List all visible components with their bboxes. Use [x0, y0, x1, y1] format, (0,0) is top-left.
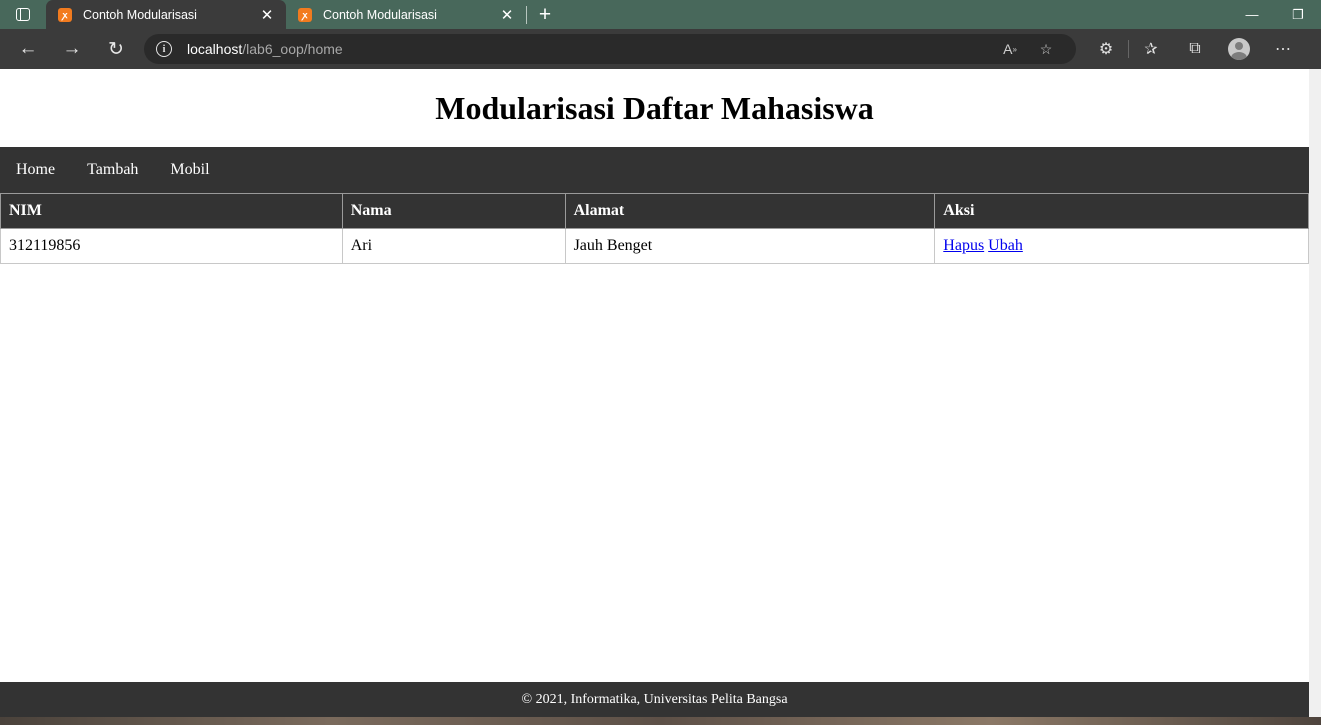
tab-title: Contoh Modularisasi	[83, 7, 197, 22]
cell-nim: 312119856	[0, 228, 343, 264]
collections-icon[interactable]: ⧉	[1173, 29, 1217, 69]
student-table: NIM Nama Alamat Aksi 312119856 Ari Jauh …	[0, 193, 1309, 264]
close-icon[interactable]: ✕	[498, 6, 516, 24]
cell-nama: Ari	[341, 228, 566, 264]
avatar	[1228, 38, 1250, 60]
xampp-favicon-icon: ꭗ	[298, 7, 312, 22]
page-footer: © 2021, Informatika, Universitas Pelita …	[0, 682, 1309, 717]
minimize-icon[interactable]: —	[1229, 0, 1275, 29]
scrollbar-track[interactable]	[1309, 69, 1321, 717]
ubah-link[interactable]: Ubah	[988, 237, 1023, 254]
column-header-aksi: Aksi	[934, 193, 1309, 229]
more-icon[interactable]: ⋯	[1261, 29, 1305, 69]
table-row: 312119856 Ari Jauh Benget Hapus Ubah	[0, 228, 1309, 264]
read-aloud-icon[interactable]: A»	[992, 41, 1028, 57]
profile-icon[interactable]	[1217, 29, 1261, 69]
column-header-nim: NIM	[0, 193, 343, 229]
nav-link-tambah[interactable]: Tambah	[87, 161, 138, 179]
xampp-favicon-icon: ꭗ	[58, 7, 72, 22]
table-header-row: NIM Nama Alamat Aksi	[0, 193, 1309, 229]
cell-aksi: Hapus Ubah	[934, 228, 1309, 264]
browser-tab-bar: ꭗ Contoh Modularisasi ✕ ꭗ Contoh Modular…	[0, 0, 1321, 29]
nav-link-home[interactable]: Home	[16, 161, 55, 179]
page-title: Modularisasi Daftar Mahasiswa	[435, 89, 874, 126]
info-icon[interactable]: i	[156, 41, 172, 57]
window-controls: — ❐	[1229, 0, 1321, 29]
extensions-icon[interactable]: ⚙	[1084, 29, 1128, 69]
reload-icon[interactable]: ↻	[94, 29, 138, 69]
forward-arrow-icon[interactable]: →	[50, 29, 94, 69]
column-header-nama: Nama	[341, 193, 566, 229]
tab-title: Contoh Modularisasi	[323, 7, 437, 22]
browser-tab-1[interactable]: ꭗ Contoh Modularisasi ✕	[46, 0, 286, 29]
desktop-background	[0, 717, 1321, 725]
address-bar[interactable]: i localhost/lab6_oop/home A» ☆	[144, 34, 1076, 64]
restore-icon[interactable]: ❐	[1275, 0, 1321, 29]
tab-actions-button[interactable]	[0, 0, 46, 29]
url-path: /lab6_oop/home	[242, 41, 343, 57]
back-arrow-icon[interactable]: ←	[6, 29, 50, 69]
url-host: localhost	[187, 41, 243, 57]
column-header-alamat: Alamat	[564, 193, 936, 229]
main-nav: Home Tambah Mobil	[0, 147, 1309, 193]
add-favorite-icon[interactable]: ☆	[1028, 41, 1064, 58]
browser-tab-2[interactable]: ꭗ Contoh Modularisasi ✕	[286, 0, 526, 29]
close-icon[interactable]: ✕	[258, 6, 276, 24]
nav-link-mobil[interactable]: Mobil	[170, 161, 209, 179]
page-header: Modularisasi Daftar Mahasiswa	[0, 69, 1309, 147]
cell-alamat: Jauh Benget	[564, 228, 936, 264]
favorites-icon[interactable]: ✰	[1129, 29, 1173, 69]
url-text[interactable]: localhost/lab6_oop/home	[187, 41, 992, 57]
footer-text: © 2021, Informatika, Universitas Pelita …	[521, 691, 788, 707]
sidebar-icon	[16, 8, 30, 21]
hapus-link[interactable]: Hapus	[943, 237, 984, 254]
plus-icon[interactable]: +	[527, 0, 563, 29]
web-page: Modularisasi Daftar Mahasiswa Home Tamba…	[0, 69, 1309, 682]
browser-toolbar: ← → ↻ i localhost/lab6_oop/home A» ☆ ⚙ ✰…	[0, 29, 1321, 69]
